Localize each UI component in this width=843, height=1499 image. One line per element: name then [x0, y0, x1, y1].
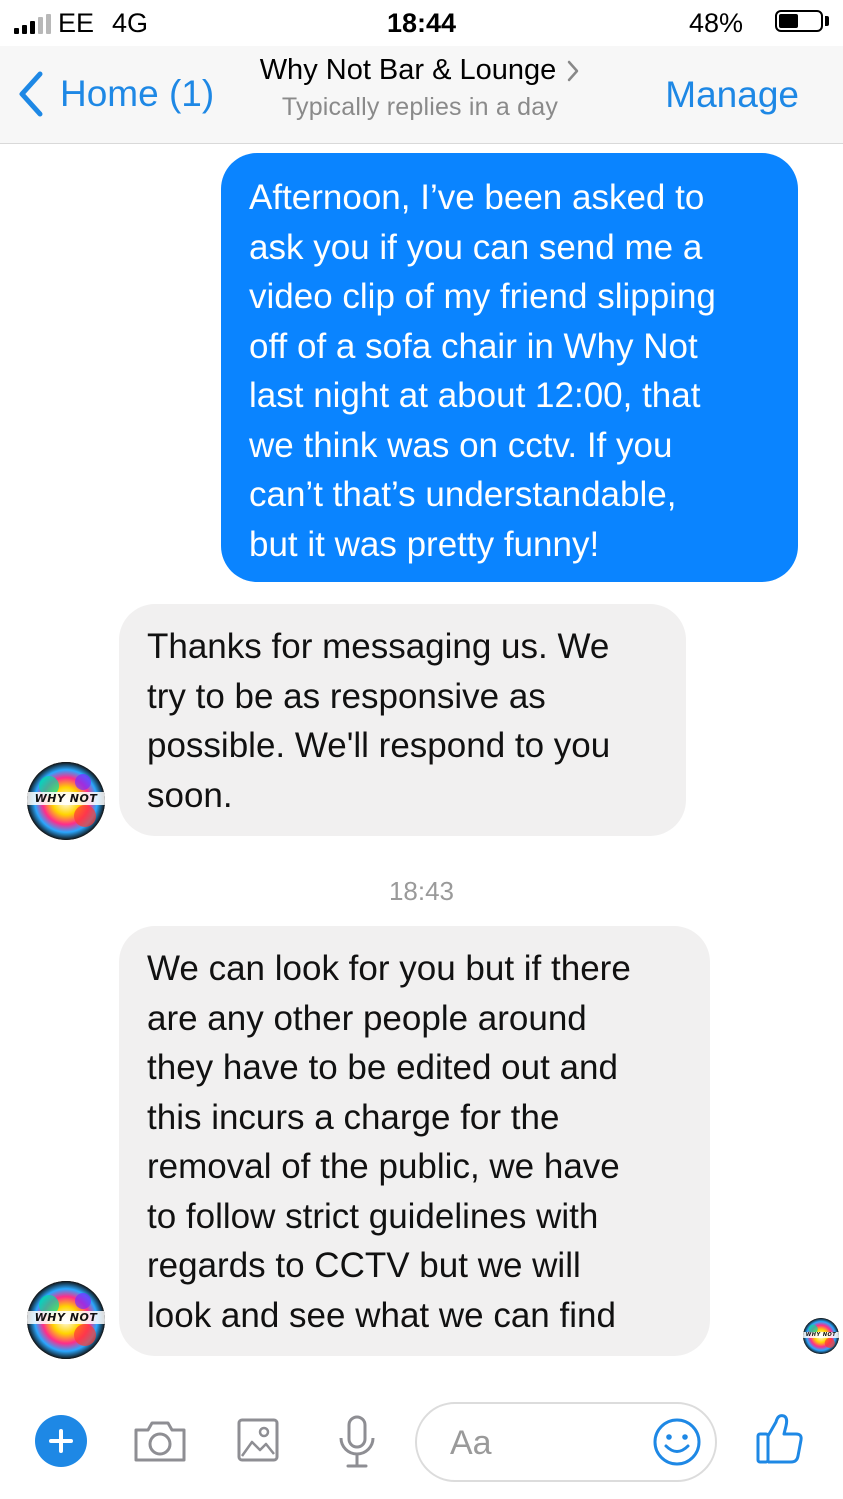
message-line: regards to CCTV but we will: [147, 1246, 581, 1285]
chevron-right-icon: [568, 60, 579, 81]
back-chevron-icon: [19, 71, 43, 117]
avatar-logo-text: WHY NOT: [803, 1331, 839, 1338]
battery-icon: [775, 10, 823, 32]
page-avatar[interactable]: WHY NOT: [27, 1281, 105, 1359]
message-line: try to be as responsive as: [147, 676, 546, 716]
battery-percent: 48%: [688, 8, 743, 38]
thumbs-up-icon[interactable]: [754, 1410, 806, 1466]
manage-button[interactable]: Manage: [665, 74, 799, 116]
status-bar: EE 4G 18:44 48%: [0, 0, 843, 46]
message-composer: Aa: [0, 1388, 843, 1499]
back-button[interactable]: Home (1): [16, 70, 214, 118]
message-input[interactable]: Aa: [415, 1402, 717, 1482]
camera-icon[interactable]: [132, 1416, 188, 1464]
message-line: soon.: [147, 775, 233, 815]
conversation-title-button[interactable]: Why Not Bar & Lounge Typically replies i…: [200, 54, 640, 122]
message-line: possible. We'll respond to you: [147, 726, 611, 765]
message-line: Afternoon, I’ve been asked to: [249, 178, 705, 217]
message-line: removal of the public, we have: [147, 1147, 620, 1186]
message-line: we think was on cctv. If you: [249, 425, 673, 465]
message-timestamp: 18:43: [388, 876, 455, 906]
message-line: are any other people around: [147, 998, 587, 1038]
message-line: off of a sofa chair in Why Not: [249, 326, 698, 366]
message-bubble-incoming[interactable]: We can look for you but if there are any…: [119, 926, 710, 1356]
message-line: but it was pretty funny!: [249, 524, 600, 564]
emoji-icon[interactable]: [651, 1416, 703, 1468]
plus-icon[interactable]: [35, 1415, 87, 1467]
avatar-logo-text: WHY NOT: [27, 1310, 105, 1324]
back-label: Home (1): [60, 73, 215, 114]
message-line: We can look for you but if there: [147, 949, 631, 988]
microphone-icon[interactable]: [336, 1414, 378, 1470]
seen-indicator-avatar: WHY NOT: [803, 1318, 839, 1354]
message-line: video clip of my friend slipping: [249, 277, 716, 316]
avatar-logo-text: WHY NOT: [27, 791, 105, 805]
message-line: ask you if you can send me a: [249, 227, 703, 267]
battery-tip: [825, 16, 829, 26]
message-line: Thanks for messaging us. We: [147, 627, 610, 666]
message-bubble-outgoing[interactable]: Afternoon, I’ve been asked to ask you if…: [221, 153, 798, 582]
response-time-subtitle: Typically replies in a day: [281, 93, 559, 121]
photo-icon[interactable]: [236, 1416, 280, 1464]
message-line: they have to be edited out and: [147, 1048, 618, 1087]
conversation-header: Home (1) Why Not Bar & Lounge Typically …: [0, 46, 843, 144]
message-input-placeholder: Aa: [450, 1424, 492, 1462]
conversation-title: Why Not Bar & Lounge: [259, 54, 557, 86]
message-line: look and see what we can find: [147, 1295, 616, 1335]
message-bubble-incoming[interactable]: Thanks for messaging us. We try to be as…: [119, 604, 686, 836]
page-avatar[interactable]: WHY NOT: [27, 762, 105, 840]
message-line: can’t that’s understandable,: [249, 475, 677, 514]
message-line: this incurs a charge for the: [147, 1097, 560, 1137]
message-line: last night at about 12:00, that: [249, 376, 701, 415]
message-line: to follow strict guidelines with: [147, 1196, 599, 1236]
